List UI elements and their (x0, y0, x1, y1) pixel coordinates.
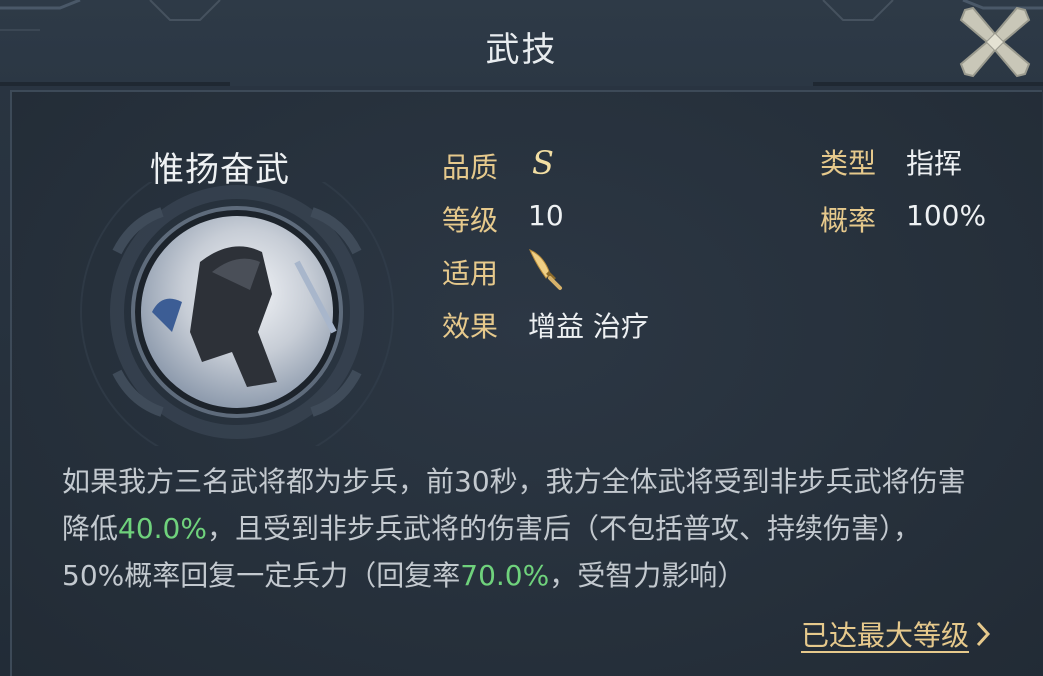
quality-value: S (532, 144, 554, 182)
quality-label: 品质 (442, 151, 499, 184)
description-text-3: ，受智力影响） (549, 559, 746, 592)
effect-label: 效果 (442, 310, 499, 343)
dialog-title: 武技 (485, 30, 558, 70)
skill-description: 如果我方三名武将都为步兵，前30秒，我方全体武将受到非步兵武将伤害降低40.0%… (62, 458, 972, 614)
level-label: 等级 (442, 204, 499, 237)
type-value: 指挥 (906, 147, 963, 180)
skill-detail-dialog: 武技 惟扬奋武 品质 S 等级 10 适用 效果 增益 治疗 类型 指挥 概率 … (0, 0, 1043, 676)
skill-medallion (80, 182, 394, 446)
dialog-header: 武技 (0, 0, 1043, 86)
applies-label: 适用 (442, 257, 499, 290)
close-icon (959, 6, 1031, 78)
chevron-right-icon (976, 621, 991, 647)
rate-label: 概率 (820, 204, 877, 237)
effect-value: 增益 治疗 (528, 310, 649, 343)
heal-rate-value: 70.0% (460, 559, 550, 592)
type-label: 类型 (820, 147, 877, 180)
max-level-link[interactable]: 已达最大等级 (801, 614, 969, 654)
level-value: 10 (528, 199, 564, 232)
close-button[interactable] (957, 4, 1033, 80)
saber-icon (529, 249, 562, 290)
damage-reduction-value: 40.0% (118, 512, 207, 545)
rate-value: 100% (906, 199, 987, 232)
